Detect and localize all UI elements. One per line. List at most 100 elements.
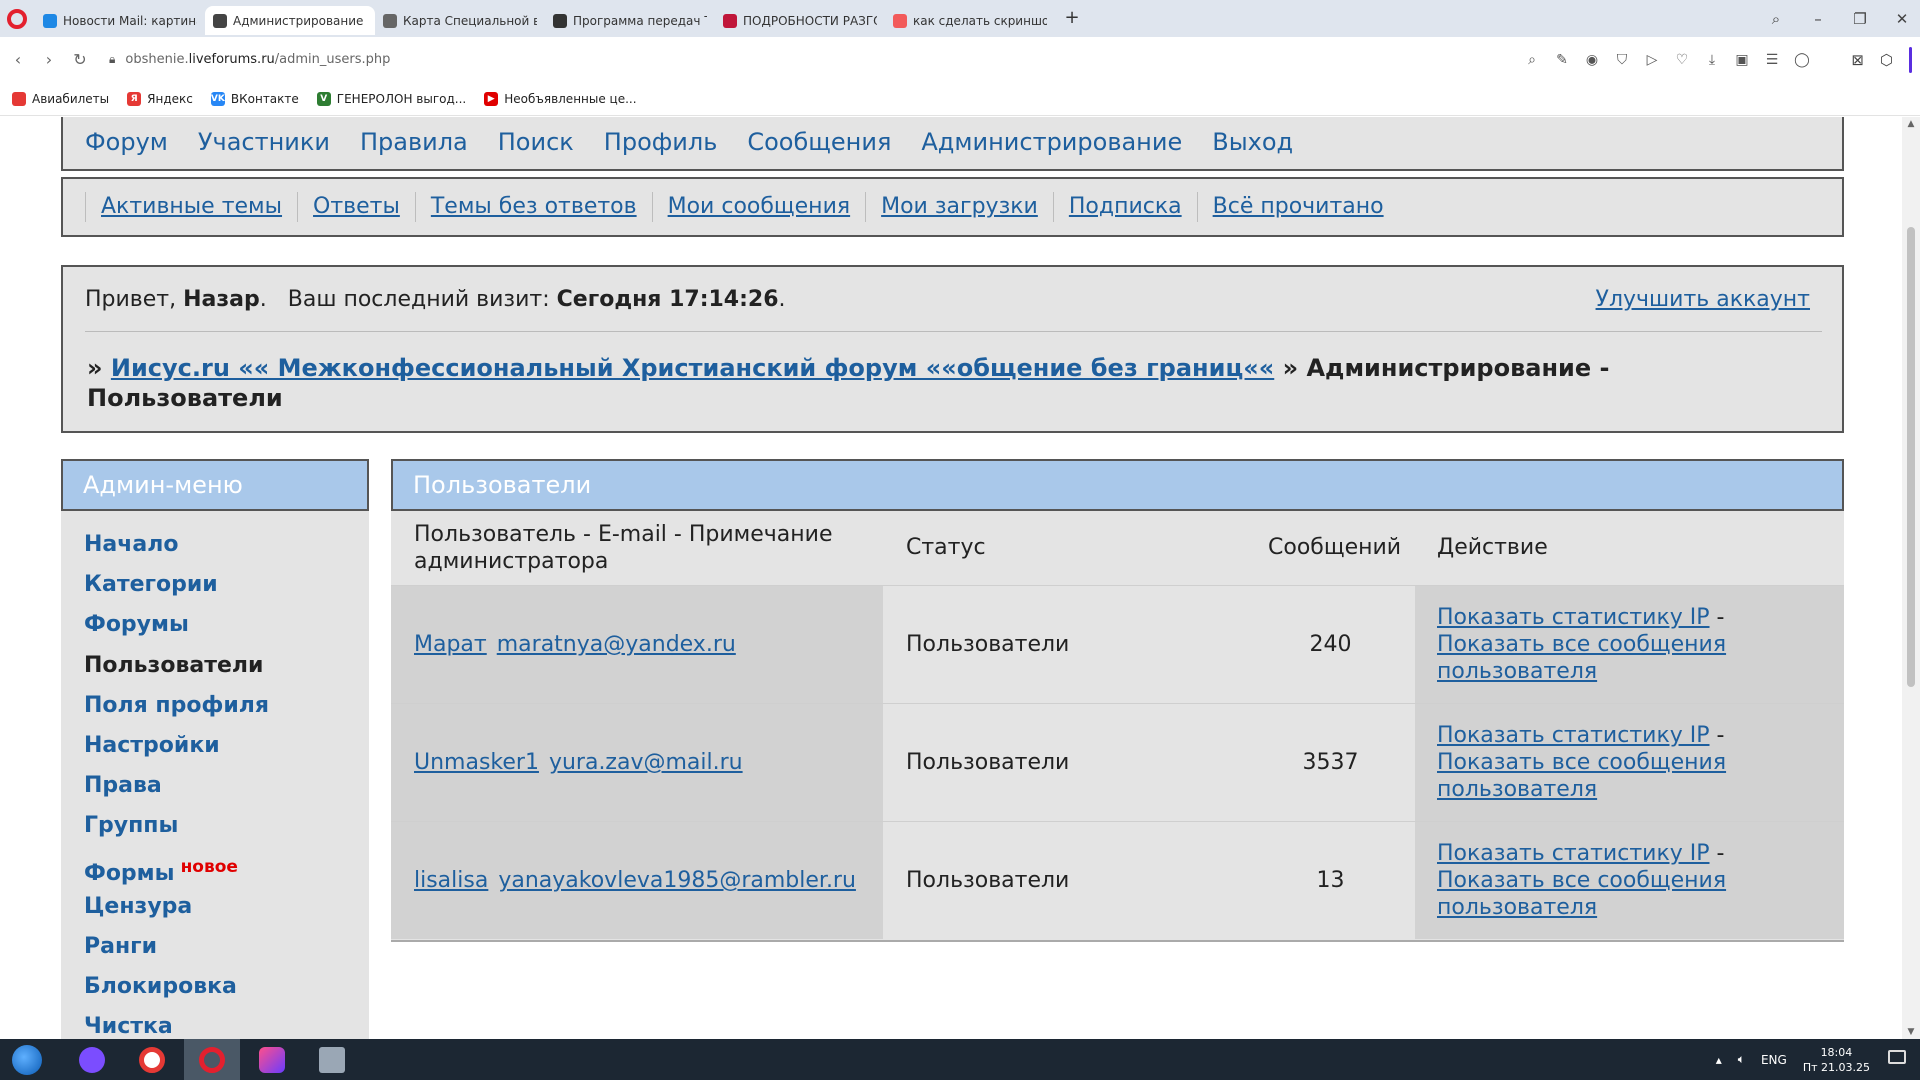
back-icon[interactable]: ‹ [5, 50, 31, 69]
reload-icon[interactable]: ↻ [67, 50, 93, 69]
taskbar-opera[interactable] [184, 1039, 240, 1080]
breadcrumb-forum-link[interactable]: Иисус.ru «« Межконфессиональный Христиан… [111, 354, 1274, 382]
taskbar-alice-app[interactable] [64, 1039, 120, 1080]
tab-favicon-icon [383, 13, 397, 28]
forward-icon[interactable]: › [36, 50, 62, 69]
bookmark-item[interactable]: ▶ Необъявленные це... [484, 91, 637, 106]
user-email-link[interactable]: yanayakovleva1985@rambler.ru [498, 868, 856, 893]
player-icon[interactable]: ▣ [1734, 52, 1750, 68]
main-nav-link[interactable]: Сообщения [747, 128, 891, 156]
admin-menu-item[interactable]: Блокировка [84, 967, 369, 1007]
browser-tab[interactable]: Программа передач ТВ на [545, 6, 715, 35]
notifications-icon[interactable] [1888, 1050, 1906, 1064]
close-window-icon[interactable]: ✕ [1892, 10, 1912, 28]
admin-menu-item[interactable]: Пользователи [84, 646, 369, 686]
user-name-link[interactable]: lisalisa [414, 868, 488, 893]
admin-menu-item[interactable]: Форумы [84, 605, 369, 645]
heart-icon[interactable]: ♡ [1674, 52, 1690, 68]
scroll-thumb[interactable] [1907, 227, 1915, 687]
main-nav-link[interactable]: Участники [198, 128, 330, 156]
admin-menu-item[interactable]: Настройки [84, 726, 369, 766]
sub-nav-link[interactable]: Мои сообщения [651, 192, 866, 222]
tab-favicon-icon [553, 13, 567, 28]
search-tabs-icon[interactable]: ⌕ [1766, 10, 1786, 28]
clock[interactable]: 18:04 Пт 21.03.25 [1803, 1045, 1870, 1075]
opera-icon [199, 1046, 225, 1073]
opera-logo-icon[interactable] [7, 8, 27, 29]
zoom-icon[interactable]: ⌕ [1524, 52, 1540, 68]
bookmark-item[interactable]: Я Яндекс [127, 91, 193, 106]
main-nav-link[interactable]: Администрирование [921, 128, 1182, 156]
edit-icon[interactable]: ✎ [1554, 52, 1570, 68]
lock-icon[interactable]: 🔒︎ [109, 52, 115, 67]
sub-nav-link[interactable]: Активные темы [85, 192, 297, 222]
bookmark-item[interactable]: V ГЕНЕРОЛОН выгод... [316, 91, 466, 106]
download-icon[interactable]: ⤓ [1704, 52, 1720, 68]
url-field[interactable]: obshenie.liveforums.ru/admin_users.php [125, 52, 390, 67]
main-nav-link[interactable]: Форум [85, 128, 168, 156]
tab-title: Администрирование - Пользователи [233, 13, 367, 28]
admin-menu-item[interactable]: Формы новое [84, 847, 369, 887]
show-all-posts-link[interactable]: Показать все сообщения пользователя [1437, 750, 1726, 802]
extensions-icon[interactable]: ⬡ [1880, 51, 1893, 69]
admin-menu-item[interactable]: Группы [84, 806, 369, 846]
bookmark-favicon-icon [12, 91, 26, 106]
sub-nav-link[interactable]: Ответы [297, 192, 415, 222]
taskbar-app-4[interactable] [244, 1039, 300, 1080]
admin-menu-item[interactable]: Чистка [84, 1007, 369, 1039]
browser-tab[interactable]: Администрирование - Пользователи [205, 6, 375, 35]
sub-nav-link[interactable]: Темы без ответов [414, 192, 652, 222]
admin-menu-item-label: Группы [84, 813, 179, 839]
app-cube-icon [259, 1046, 285, 1073]
camera-icon[interactable]: ◉ [1584, 52, 1600, 68]
shield-icon[interactable]: ⛉ [1614, 52, 1630, 68]
admin-menu-item[interactable]: Категории [84, 565, 369, 605]
user-name-link[interactable]: Unmasker1 [414, 750, 539, 775]
play-icon[interactable]: ▷ [1644, 52, 1660, 68]
sub-nav-link[interactable]: Мои загрузки [865, 192, 1053, 222]
admin-menu-item[interactable]: Начало [84, 525, 369, 565]
profile-icon[interactable]: ◯ [1794, 52, 1810, 68]
browser-tab[interactable]: как сделать скриншот на [885, 6, 1055, 35]
bookmark-item[interactable]: VK ВКонтакте [210, 91, 299, 106]
tray-expand-icon[interactable]: ▴ [1716, 1053, 1722, 1067]
page-scrollbar[interactable]: ▲ ▼ [1902, 117, 1920, 1039]
start-button[interactable] [12, 1044, 42, 1075]
scroll-down-icon[interactable]: ▼ [1902, 1027, 1920, 1037]
admin-menu-item-label: Категории [84, 572, 218, 598]
scroll-up-icon[interactable]: ▲ [1902, 119, 1920, 129]
taskbar-calculator[interactable] [304, 1039, 360, 1080]
show-all-posts-link[interactable]: Показать все сообщения пользователя [1437, 868, 1726, 920]
show-ip-stats-link[interactable]: Показать статистику IP [1437, 605, 1710, 630]
show-ip-stats-link[interactable]: Показать статистику IP [1437, 841, 1710, 866]
browser-tab[interactable]: ПОДРОБНОСТИ РАЗГОВОРА [715, 6, 885, 35]
main-nav-link[interactable]: Профиль [604, 128, 718, 156]
taskbar-yandex-browser[interactable] [124, 1039, 180, 1080]
user-name-link[interactable]: Марат [414, 632, 487, 657]
language-indicator[interactable]: ENG [1761, 1053, 1787, 1067]
bookmark-item[interactable]: Авиабилеты [12, 91, 109, 106]
main-nav-link[interactable]: Выход [1212, 128, 1293, 156]
browser-tab[interactable]: Карта Специальной военной [375, 6, 545, 35]
minimize-icon[interactable]: – [1808, 10, 1828, 28]
sub-nav-link[interactable]: Всё прочитано [1196, 192, 1399, 222]
show-ip-stats-link[interactable]: Показать статистику IP [1437, 723, 1710, 748]
snapshot-icon[interactable]: ⊠ [1851, 51, 1864, 69]
user-email-link[interactable]: yura.zav@mail.ru [549, 750, 743, 775]
sub-nav-link[interactable]: Подписка [1052, 192, 1197, 222]
admin-menu-item[interactable]: Поля профиля [84, 686, 369, 726]
main-nav-link[interactable]: Поиск [498, 128, 574, 156]
show-all-posts-link[interactable]: Показать все сообщения пользователя [1437, 632, 1726, 684]
main-nav-link[interactable]: Правила [360, 128, 468, 156]
volume-icon[interactable]: 🔈︎ [1738, 1052, 1745, 1067]
sidebar-toggle[interactable] [1909, 46, 1912, 73]
admin-menu-item[interactable]: Права [84, 766, 369, 806]
browser-tab[interactable]: Новости Mail: картина дня [35, 6, 205, 35]
new-tab-button[interactable]: + [1061, 7, 1083, 30]
admin-menu-item[interactable]: Ранги [84, 927, 369, 967]
upgrade-account-link[interactable]: Улучшить аккаунт [1596, 287, 1810, 312]
menu-icon[interactable]: ☰ [1764, 52, 1780, 68]
user-email-link[interactable]: maratnya@yandex.ru [497, 632, 736, 657]
maximize-icon[interactable]: ❐ [1850, 10, 1870, 28]
admin-menu-item[interactable]: Цензура [84, 887, 369, 927]
